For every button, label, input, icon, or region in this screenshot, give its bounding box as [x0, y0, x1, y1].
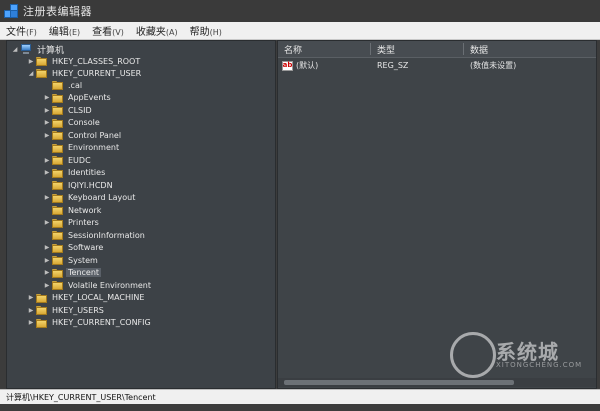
window-title: 注册表编辑器	[23, 5, 92, 18]
collapsed-arrow-icon[interactable]: ▶	[43, 104, 51, 116]
title-bar: 注册表编辑器	[0, 0, 600, 22]
folder-icon	[52, 118, 63, 128]
collapsed-arrow-icon[interactable]: ▶	[43, 279, 51, 291]
folder-icon	[52, 243, 63, 253]
folder-icon	[52, 205, 63, 215]
folder-icon	[52, 168, 63, 178]
tree-node-iqiyi-hcdn[interactable]: IQIYI.HCDN	[43, 179, 115, 191]
tree-node-tencent[interactable]: ▶ Tencent	[43, 267, 102, 279]
collapsed-arrow-icon[interactable]: ▶	[43, 167, 51, 179]
folder-icon	[52, 268, 63, 278]
menu-bar: 文件(F) 编辑(E) 查看(V) 收藏夹(A) 帮助(H)	[0, 22, 600, 40]
collapsed-arrow-icon[interactable]: ▶	[27, 304, 35, 316]
menu-favorites[interactable]: 收藏夹(A)	[130, 23, 184, 38]
collapsed-arrow-icon[interactable]: ▶	[43, 129, 51, 141]
tree-node-hkey-classes-root[interactable]: ▶ HKEY_CLASSES_ROOT	[27, 55, 142, 67]
tree-node-keyboard-layout[interactable]: ▶ Keyboard Layout	[43, 192, 137, 204]
folder-icon	[36, 305, 47, 315]
tree-node-identities[interactable]: ▶ Identities	[43, 167, 107, 179]
tree-node-hkey-current-user[interactable]: ◢ HKEY_CURRENT_USER	[27, 67, 143, 79]
collapsed-arrow-icon[interactable]: ▶	[27, 317, 35, 329]
tree-node-sessioninformation[interactable]: SessionInformation	[43, 229, 147, 241]
collapsed-arrow-icon[interactable]: ▶	[43, 117, 51, 129]
watermark-logo-icon	[450, 332, 496, 378]
folder-icon	[52, 105, 63, 115]
collapsed-arrow-icon[interactable]: ▶	[43, 92, 51, 104]
string-value-icon: ab	[282, 60, 293, 71]
list-row-default[interactable]: ab (默认) REG_SZ (数值未设置)	[278, 59, 596, 72]
regedit-app-icon	[4, 4, 18, 18]
tree-node-cal[interactable]: .cal	[43, 79, 84, 91]
status-bar: 计算机\HKEY_CURRENT_USER\Tencent	[0, 389, 600, 404]
menu-view[interactable]: 查看(V)	[86, 23, 130, 38]
tree-node-printers[interactable]: ▶ Printers	[43, 217, 101, 229]
tree-node-volatile-environment[interactable]: ▶ Volatile Environment	[43, 279, 153, 291]
menu-help[interactable]: 帮助(H)	[184, 23, 228, 38]
column-header-name[interactable]: 名称	[278, 41, 370, 57]
tree-node-network[interactable]: Network	[43, 204, 103, 216]
folder-icon	[52, 180, 63, 190]
folder-icon	[36, 56, 47, 66]
menu-file[interactable]: 文件(F)	[0, 23, 43, 38]
collapsed-arrow-icon[interactable]: ▶	[27, 292, 35, 304]
collapsed-arrow-icon[interactable]: ▶	[43, 154, 51, 166]
folder-icon	[52, 280, 63, 290]
expanded-arrow-icon[interactable]: ◢	[27, 67, 35, 79]
folder-icon	[36, 318, 47, 328]
site-watermark: 系统城 XITONGCHENG.COM	[450, 330, 590, 380]
folder-icon	[52, 93, 63, 103]
current-key-path: 计算机\HKEY_CURRENT_USER\Tencent	[6, 392, 156, 402]
value-name-cell: ab (默认)	[282, 60, 319, 71]
tree-node-hkey-users[interactable]: ▶ HKEY_USERS	[27, 304, 106, 316]
collapsed-arrow-icon[interactable]: ▶	[27, 55, 35, 67]
collapsed-arrow-icon[interactable]: ▶	[43, 267, 51, 279]
list-header: 名称 类型 数据	[278, 41, 596, 58]
folder-icon	[52, 193, 63, 203]
tree-node-hkey-current-config[interactable]: ▶ HKEY_CURRENT_CONFIG	[27, 317, 153, 329]
folder-icon	[52, 218, 63, 228]
registry-tree[interactable]: ◢ 计算机 ▶ HKEY_CLASSES_ROOT ◢ HKEY_CURRENT…	[6, 40, 276, 389]
tree-node-eudc[interactable]: ▶ EUDC	[43, 154, 93, 166]
collapsed-arrow-icon[interactable]: ▶	[43, 254, 51, 266]
tree-node-computer[interactable]: ◢ 计算机	[11, 43, 66, 56]
folder-icon	[52, 143, 63, 153]
menu-edit[interactable]: 编辑(E)	[43, 23, 86, 38]
expanded-arrow-icon[interactable]: ◢	[11, 43, 19, 55]
tree-node-system[interactable]: ▶ System	[43, 254, 100, 266]
folder-icon	[52, 255, 63, 265]
folder-icon	[36, 293, 47, 303]
collapsed-arrow-icon[interactable]: ▶	[43, 217, 51, 229]
collapsed-arrow-icon[interactable]: ▶	[43, 192, 51, 204]
registry-editor-window: 注册表编辑器 文件(F) 编辑(E) 查看(V) 收藏夹(A) 帮助(H) ◢ …	[0, 0, 600, 411]
column-header-data[interactable]: 数据	[464, 41, 596, 57]
folder-icon	[52, 80, 63, 90]
tree-node-appevents[interactable]: ▶ AppEvents	[43, 92, 113, 104]
folder-icon	[52, 155, 63, 165]
folder-icon	[52, 230, 63, 240]
tree-node-control-panel[interactable]: ▶ Control Panel	[43, 129, 123, 141]
collapsed-arrow-icon[interactable]: ▶	[43, 242, 51, 254]
value-data-cell: (数值未设置)	[470, 61, 517, 70]
tree-node-clsid[interactable]: ▶ CLSID	[43, 104, 94, 116]
value-type-cell: REG_SZ	[377, 61, 409, 70]
folder-icon	[52, 130, 63, 140]
computer-icon	[20, 43, 32, 55]
tree-node-hkey-local-machine[interactable]: ▶ HKEY_LOCAL_MACHINE	[27, 292, 146, 304]
tree-node-console[interactable]: ▶ Console	[43, 117, 102, 129]
tree-node-environment[interactable]: Environment	[43, 142, 121, 154]
scrollbar-thumb[interactable]	[284, 380, 514, 385]
open-folder-icon	[36, 68, 47, 78]
column-header-type[interactable]: 类型	[371, 41, 463, 57]
tree-node-software[interactable]: ▶ Software	[43, 242, 105, 254]
